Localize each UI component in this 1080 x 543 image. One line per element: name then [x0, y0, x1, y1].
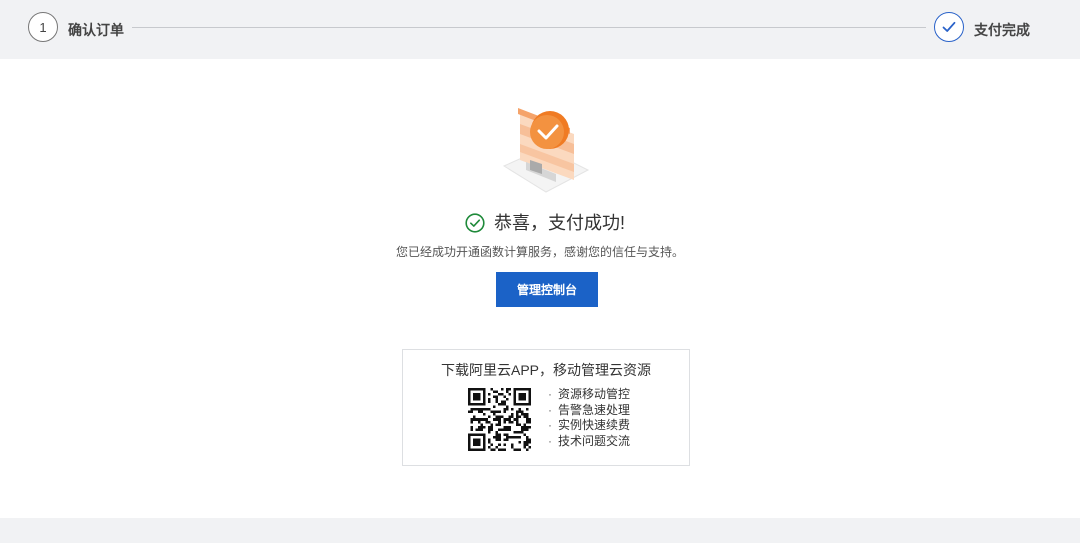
app-download-box: 下载阿里云APP，移动管理云资源 · 资源移动管控 · 告警急速处理 · 实例快速续费… — [402, 349, 690, 466]
app-feature-item: · 资源移动管控 — [548, 387, 631, 401]
app-feature-label: 技术问题交流 — [558, 433, 631, 448]
app-feature-label: 告警急速处理 — [558, 402, 631, 417]
app-feature-label: 实例快速续费 — [558, 418, 631, 432]
checkmark-icon — [942, 21, 956, 32]
step-bar: 1 确认订单 支付完成 — [0, 0, 1080, 59]
footer-band — [0, 518, 1080, 543]
app-feature-list: · 资源移动管控 · 告警急速处理 · 实例快速续费 · 技术问题交流 — [548, 387, 630, 449]
step-1-label: 确认订单 — [68, 22, 124, 38]
step-2-circle — [934, 12, 964, 42]
console-button[interactable]: 管理控制台 — [496, 272, 598, 307]
app-feature-item: · 实例快速续费 — [548, 418, 631, 432]
step-1-number: 1 — [39, 19, 47, 35]
payment-success-illustration — [502, 108, 590, 193]
app-feature-item: · 技术问题交流 — [548, 433, 631, 448]
success-title-row: 恭喜，支付成功! — [0, 211, 1080, 235]
app-feature-label: 资源移动管控 — [558, 387, 631, 401]
success-title: 恭喜，支付成功! — [493, 213, 625, 233]
app-feature-item: · 告警急速处理 — [548, 402, 631, 417]
step-2-label: 支付完成 — [974, 22, 1030, 38]
success-check-icon — [465, 213, 485, 233]
qr-code — [468, 388, 531, 451]
step-connector-line — [132, 27, 926, 28]
step-1-circle: 1 — [28, 12, 58, 42]
app-download-title: 下载阿里云APP，移动管理云资源 — [440, 362, 651, 378]
success-subtitle: 您已经成功开通函数计算服务，感谢您的信任与支持。 — [395, 245, 684, 259]
